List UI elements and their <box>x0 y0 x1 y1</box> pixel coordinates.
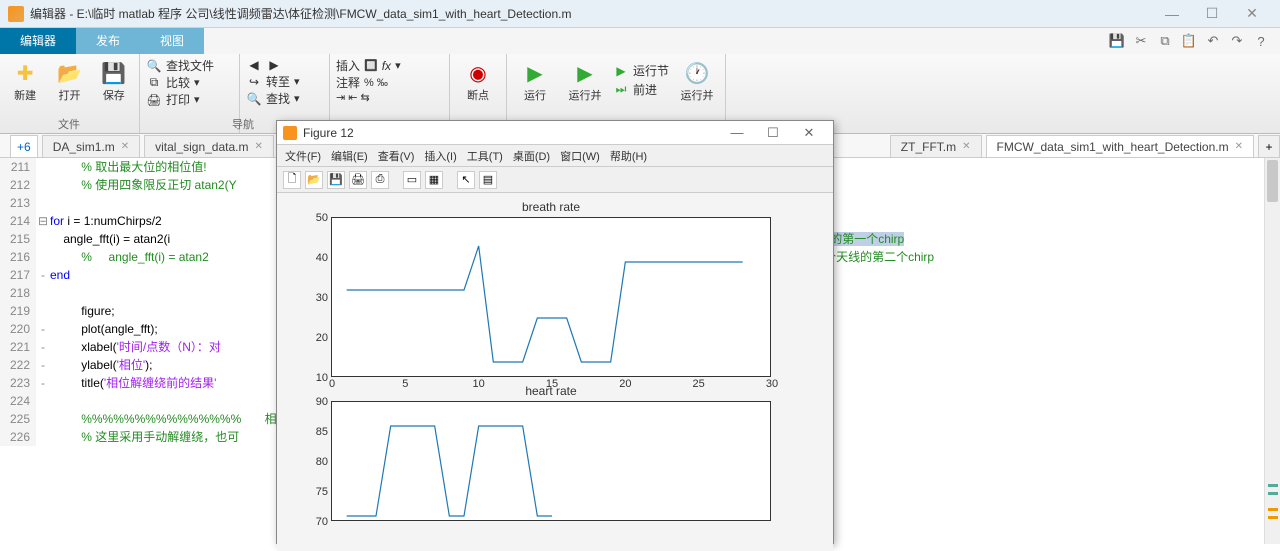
play-adv-icon: ▶ <box>573 61 597 85</box>
find-button[interactable]: 🔍查找 ▾ <box>246 90 323 107</box>
search-icon: 🔍 <box>146 58 162 74</box>
pointer-icon[interactable]: ↖ <box>457 171 475 189</box>
close-icon[interactable]: ✕ <box>121 136 129 158</box>
find-files-button[interactable]: 🔍查找文件 <box>146 57 233 74</box>
figure-menu: 文件(F) 编辑(E) 查看(V) 插入(I) 工具(T) 桌面(D) 窗口(W… <box>277 145 833 167</box>
brush-icon[interactable]: ▦ <box>425 171 443 189</box>
menu-view[interactable]: 查看(V) <box>374 148 419 164</box>
close-button[interactable]: ✕ <box>1232 5 1272 22</box>
undo-icon[interactable]: ↶ <box>1204 32 1222 50</box>
run-button[interactable]: ▶运行 <box>513 57 557 103</box>
folder-icon: 📂 <box>57 61 81 85</box>
plot-title: breath rate <box>332 200 770 214</box>
bp-icon: ◉ <box>466 61 490 85</box>
new-button[interactable]: ✚新建 <box>6 57 44 103</box>
figure-title: Figure 12 <box>303 126 719 140</box>
maximize-button[interactable]: ☐ <box>1192 5 1232 22</box>
editor-scrollbar[interactable] <box>1264 158 1280 544</box>
cursor-icon[interactable]: ▭ <box>403 171 421 189</box>
comment-button[interactable]: 注释 % ‰ <box>336 74 443 91</box>
redo-icon[interactable]: ↷ <box>1228 32 1246 50</box>
open-fig-icon[interactable]: 📂 <box>305 171 323 189</box>
run-advance-button[interactable]: ▶运行并 <box>563 57 607 103</box>
fig-max-button[interactable]: ☐ <box>755 125 791 141</box>
figure-toolbar: 🗋 📂 💾 🖨 ⎙ ▭ ▦ ↖ ▤ <box>277 167 833 193</box>
copy-icon[interactable]: ⧉ <box>1156 32 1174 50</box>
print-button[interactable]: 🖨打印 ▾ <box>146 91 233 108</box>
insert-button[interactable]: 插入 🔲 fx ▾ <box>336 57 443 74</box>
fig-min-button[interactable]: — <box>719 125 755 140</box>
compare-button[interactable]: ⧉比较 ▾ <box>146 74 233 91</box>
advance-button[interactable]: ⏭前进 <box>613 81 669 98</box>
add-tab-button[interactable]: + <box>1258 135 1280 157</box>
run-section-button[interactable]: ▶运行节 <box>613 62 669 79</box>
line-jump[interactable]: +6 <box>10 135 38 157</box>
quick-access: 💾 ✂ ⧉ 📋 ↶ ↷ ? <box>1108 28 1280 54</box>
fig-close-button[interactable]: ✕ <box>791 125 827 141</box>
file-tab-3[interactable]: ZT_FFT.m✕ <box>890 135 982 157</box>
title-bar: 编辑器 - E:\临时 matlab 程序 公司\线性调频雷达\体征检测\FMC… <box>0 0 1280 28</box>
disk-icon: 💾 <box>102 61 126 85</box>
plot-breath-rate[interactable]: breath rate 1020304050051015202530 <box>331 217 771 377</box>
figure-titlebar[interactable]: Figure 12 — ☐ ✕ <box>277 121 833 145</box>
breakpoint-button[interactable]: ◉断点 <box>456 57 500 103</box>
plot-title: heart rate <box>332 384 770 398</box>
print-icon: 🖨 <box>146 92 162 108</box>
close-icon[interactable]: ✕ <box>962 136 970 158</box>
save-icon[interactable]: 💾 <box>1108 32 1126 50</box>
run-time-button[interactable]: 🕐运行并 <box>675 57 719 103</box>
menu-help[interactable]: 帮助(H) <box>606 148 651 164</box>
window-title: 编辑器 - E:\临时 matlab 程序 公司\线性调频雷达\体征检测\FMC… <box>30 5 1152 22</box>
save-fig-icon[interactable]: 💾 <box>327 171 345 189</box>
save-button[interactable]: 💾保存 <box>95 57 133 103</box>
paste-icon[interactable]: 📋 <box>1180 32 1198 50</box>
close-icon[interactable]: ✕ <box>1235 136 1243 158</box>
file-tab-active[interactable]: FMCW_data_sim1_with_heart_Detection.m✕ <box>986 135 1255 157</box>
menu-window[interactable]: 窗口(W) <box>556 148 604 164</box>
file-tab-1[interactable]: DA_sim1.m✕ <box>42 135 140 157</box>
play-icon: ▶ <box>523 61 547 85</box>
minimize-button[interactable]: — <box>1152 6 1192 22</box>
goto-button[interactable]: ↪转至 ▾ <box>246 73 323 90</box>
scrollbar-thumb[interactable] <box>1267 160 1278 202</box>
figure-window[interactable]: Figure 12 — ☐ ✕ 文件(F) 编辑(E) 查看(V) 插入(I) … <box>276 120 834 544</box>
link-icon[interactable]: ⎙ <box>371 171 389 189</box>
goto-icon: ↪ <box>246 74 262 90</box>
new-fig-icon[interactable]: 🗋 <box>283 171 301 189</box>
menu-edit[interactable]: 编辑(E) <box>327 148 372 164</box>
open-button[interactable]: 📂打开 <box>50 57 88 103</box>
menu-file[interactable]: 文件(F) <box>281 148 325 164</box>
app-icon <box>8 6 24 22</box>
close-icon[interactable]: ✕ <box>254 136 262 158</box>
cut-icon[interactable]: ✂ <box>1132 32 1150 50</box>
data-icon[interactable]: ▤ <box>479 171 497 189</box>
tab-editor[interactable]: 编辑器 <box>0 28 76 54</box>
compare-icon: ⧉ <box>146 75 162 91</box>
clock-icon: 🕐 <box>685 61 709 85</box>
group-nav-label: 导航 <box>232 116 254 132</box>
print-fig-icon[interactable]: 🖨 <box>349 171 367 189</box>
matlab-icon <box>283 126 297 140</box>
tab-view[interactable]: 视图 <box>140 28 204 54</box>
figure-axes-area: breath rate 1020304050051015202530 heart… <box>277 193 833 551</box>
menu-desktop[interactable]: 桌面(D) <box>509 148 554 164</box>
ribbon-tabs: 编辑器 发布 视图 💾 ✂ ⧉ 📋 ↶ ↷ ? <box>0 28 1280 54</box>
file-tab-2[interactable]: vital_sign_data.m✕ <box>144 135 274 157</box>
help-icon[interactable]: ? <box>1252 32 1270 50</box>
menu-tools[interactable]: 工具(T) <box>463 148 507 164</box>
group-file-label: 文件 <box>58 116 80 132</box>
tab-publish[interactable]: 发布 <box>76 28 140 54</box>
plot-heart-rate[interactable]: heart rate 7075808590 <box>331 401 771 521</box>
plus-icon: ✚ <box>13 61 37 85</box>
menu-insert[interactable]: 插入(I) <box>420 148 460 164</box>
find-icon: 🔍 <box>246 91 262 107</box>
